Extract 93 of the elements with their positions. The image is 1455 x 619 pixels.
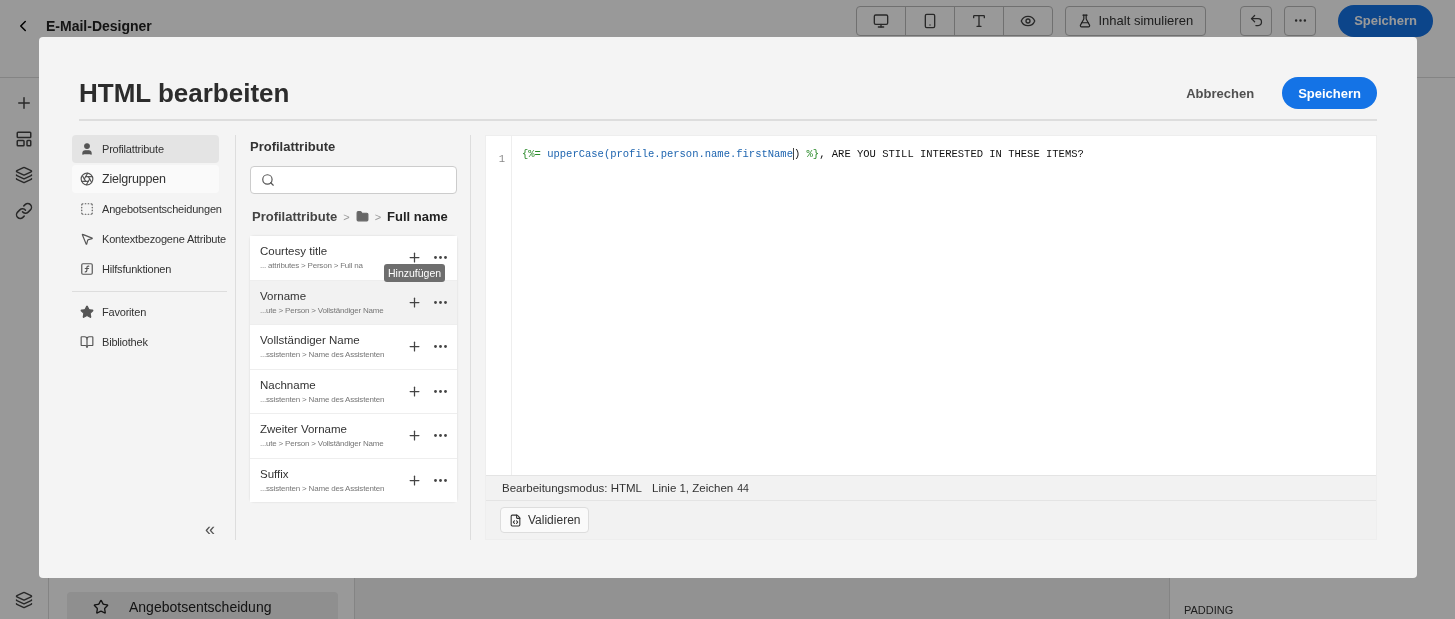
collapse-button[interactable]: «	[205, 519, 215, 540]
more-button[interactable]	[434, 300, 447, 304]
validate-button[interactable]: Validieren	[500, 507, 590, 533]
character-count: 44	[737, 482, 749, 494]
save-button[interactable]: Speichern	[1282, 77, 1377, 109]
nav-label: Kontextbezogene Attribute	[102, 233, 227, 245]
undo-icon	[1248, 13, 1264, 28]
text-icon	[971, 12, 988, 29]
breadcrumb-link[interactable]: Profilattribute	[252, 209, 338, 224]
search-icon	[261, 173, 275, 187]
attribute-title: Zweiter Vorname	[260, 423, 347, 436]
dialog-title: HTML bearbeiten	[79, 77, 291, 109]
line-number: 1	[498, 153, 505, 165]
more-icon	[434, 434, 447, 438]
attribute-path: ...ute > Person > Vollständiger Name	[260, 305, 384, 315]
attribute-path: ...ssistenten > Name des Assistenten	[260, 350, 385, 360]
padding-label: PADDING	[1184, 604, 1235, 616]
attribute-path: ...ssistenten > Name des Assistenten	[260, 394, 385, 404]
cursor-position: Linie 1, Zeichen	[652, 482, 734, 494]
attribute-path: ...ssistenten > Name des Assistenten	[260, 483, 385, 493]
link-icon[interactable]	[15, 202, 33, 220]
breadcrumb-separator: >	[374, 210, 382, 223]
star-icon	[93, 599, 109, 615]
folder-icon[interactable]	[355, 210, 369, 223]
add-button[interactable]	[407, 383, 422, 399]
monitor-icon	[873, 12, 890, 29]
nav-item[interactable]: Bibliothek	[72, 328, 219, 356]
attribute-title: Suffix	[260, 467, 289, 480]
more-button[interactable]	[434, 345, 447, 349]
offer-decision-card[interactable]: Angebotsentscheidung	[67, 592, 338, 619]
edit-mode-label: Bearbeitungsmodus: HTML	[502, 482, 642, 494]
more-button[interactable]	[434, 389, 447, 393]
nav-label: Hilfsfunktionen	[102, 263, 172, 275]
breadcrumb-separator: >	[343, 210, 350, 223]
attribute-item[interactable]: Vollständiger Name ...ssistenten > Name des Assistenten	[250, 325, 457, 370]
plus-icon	[407, 339, 422, 355]
nav-item[interactable]: Favoriten	[72, 298, 219, 326]
nav-label: Favoriten	[102, 306, 147, 318]
breadcrumb-current: Full name	[387, 209, 448, 224]
more-icon	[434, 300, 447, 304]
dashed-square-icon	[80, 202, 94, 216]
nav-item[interactable]: Hilfsfunktionen	[72, 255, 219, 283]
nav-label: Zielgruppen	[102, 172, 166, 186]
add-button[interactable]	[407, 428, 422, 444]
plus-icon	[407, 294, 422, 310]
audience-icon	[80, 172, 94, 186]
simulate-button[interactable]: Inhalt simulieren	[1065, 5, 1207, 36]
more-button[interactable]	[434, 478, 447, 482]
more-icon	[434, 345, 447, 349]
flask-icon	[1078, 13, 1093, 28]
cursor-icon	[80, 232, 94, 246]
book-icon	[80, 335, 94, 349]
add-button[interactable]	[407, 472, 422, 488]
more-button[interactable]	[434, 256, 447, 260]
panel-heading: Profilattribute	[250, 139, 337, 154]
add-button[interactable]	[407, 250, 422, 266]
attribute-item[interactable]: Nachname ...ssistenten > Name des Assistenten	[250, 369, 457, 414]
plus-icon	[407, 428, 422, 444]
search-field[interactable]	[250, 166, 457, 194]
plus-icon	[407, 472, 422, 488]
more-icon	[434, 389, 447, 393]
more-button[interactable]	[434, 434, 447, 438]
plus-icon	[407, 383, 422, 399]
attribute-title: Vollständiger Name	[260, 334, 360, 347]
undo-button[interactable]	[1240, 5, 1273, 36]
code-file-icon	[509, 513, 522, 527]
attribute-item[interactable]: Zweiter Vorname ...ute > Person > Vollständiger Name	[250, 414, 457, 459]
add-icon[interactable]	[15, 94, 33, 112]
function-icon	[80, 262, 94, 276]
layout-icon[interactable]	[15, 130, 33, 148]
nav-label: Angebotsentscheidungen	[102, 203, 222, 215]
add-button[interactable]	[407, 339, 422, 355]
attribute-title: Courtesy title	[260, 245, 328, 258]
more-icon	[434, 256, 447, 260]
attribute-item[interactable]: Suffix ...ssistenten > Name des Assistenten	[250, 458, 457, 502]
attribute-title: Nachname	[260, 378, 316, 391]
attribute-title: Vorname	[260, 289, 307, 302]
code-line[interactable]: {%= upperCase(profile.person.name.firstName) %}, ARE YOU STILL INTERESTED IN THESE ITEMS?	[512, 136, 1094, 475]
plus-icon	[407, 250, 422, 266]
attribute-path: ... attributes > Person > Full na	[260, 261, 363, 271]
app-title: E-Mail-Designer	[46, 17, 152, 34]
nav-label: Bibliothek	[102, 336, 148, 348]
person-icon	[80, 142, 94, 156]
more-icon	[434, 478, 447, 482]
attribute-path: ...ute > Person > Vollständiger Name	[260, 439, 384, 449]
nav-item[interactable]: Zielgruppen	[72, 165, 219, 193]
nav-item[interactable]: Profilattribute	[72, 135, 219, 163]
cancel-button[interactable]: Abbrechen	[1180, 84, 1261, 102]
nav-label: Profilattribute	[102, 143, 164, 155]
layers-icon[interactable]	[15, 591, 33, 609]
add-button[interactable]	[407, 294, 422, 310]
layers-icon[interactable]	[15, 166, 33, 184]
star-icon	[80, 305, 94, 319]
